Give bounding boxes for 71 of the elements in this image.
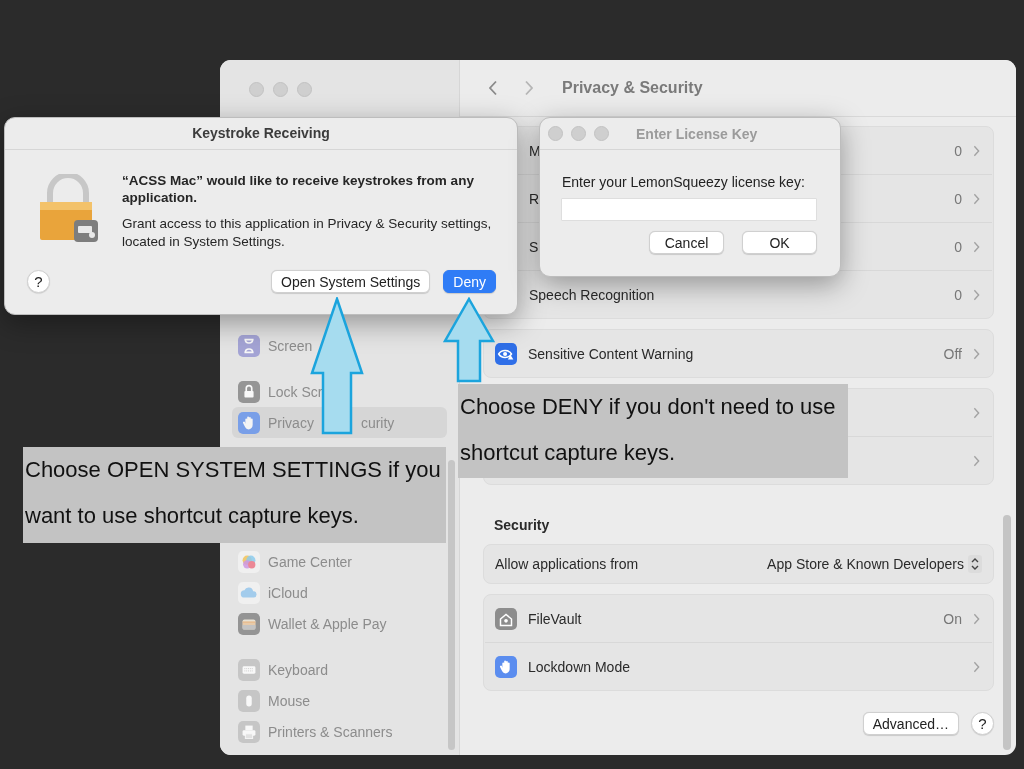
help-button[interactable]: ? [27, 270, 50, 293]
row-label: S [529, 238, 539, 255]
cloud-icon [238, 581, 260, 604]
sidebar-item[interactable]: Game Center [232, 546, 447, 577]
dialog-prompt: Enter your LemonSqueezy license key: [562, 174, 806, 190]
popup-button[interactable]: App Store & Known Developers [767, 555, 982, 573]
chevron-icon [973, 288, 980, 301]
cancel-button[interactable]: Cancel [649, 231, 724, 254]
chevron-icon [973, 347, 980, 360]
deny-button[interactable]: Deny [443, 270, 496, 293]
keyboard-icon [238, 658, 260, 681]
wallet-icon [238, 612, 260, 635]
ok-button[interactable]: OK [742, 231, 817, 254]
hand-icon [495, 655, 517, 678]
window-button[interactable] [249, 81, 264, 97]
sidebar-item[interactable]: Screen [232, 330, 447, 361]
instruction-callout: Choose OPEN SYSTEM SETTINGS if you want to use shortcut capture keys. [23, 447, 446, 543]
row-label: Allow applications from [495, 556, 639, 572]
sidebar-item[interactable]: Lock Scr [232, 376, 447, 407]
advanced-button[interactable]: Advanced… [862, 712, 959, 735]
sidebar-item[interactable]: Printers & Scanners [232, 716, 447, 747]
row-value: Off [943, 345, 962, 362]
dialog-heading: “ACSS Mac” would like to receive keystrokes from any application. [122, 172, 475, 206]
stepper-icon [968, 555, 982, 573]
eye-icon [495, 342, 517, 365]
scrollbar[interactable] [448, 460, 455, 750]
row-label: Sensitive Content Warning [528, 345, 694, 362]
window-button[interactable] [571, 126, 586, 141]
window-button[interactable] [297, 81, 312, 97]
chevron-icon [973, 192, 980, 205]
sidebar-item[interactable]: iCloud [232, 577, 447, 608]
chevron-icon [973, 660, 980, 673]
row-label: Speech Recognition [529, 286, 655, 303]
sidebar-item[interactable]: Wallet & Apple Pay [232, 608, 447, 639]
house-icon [495, 607, 517, 630]
license-key-field[interactable] [562, 199, 816, 220]
row-label: FileVault [528, 610, 582, 627]
window-button[interactable] [594, 126, 609, 141]
sidebar-item[interactable]: Keyboard [232, 654, 447, 685]
chevron-left-icon [488, 80, 498, 96]
bubbles-icon [238, 550, 260, 573]
row-value: 0 [954, 238, 962, 255]
label-fragment: curity [360, 414, 395, 431]
row-value: 0 [954, 190, 962, 207]
row-value: 0 [954, 286, 962, 303]
lock-icon [238, 380, 260, 403]
window-button[interactable] [548, 126, 563, 141]
sidebar-item[interactable]: Mouse [232, 685, 447, 716]
chevron-icon [973, 144, 980, 157]
window-title: Privacy & Security [562, 79, 703, 97]
section-header: Security [494, 517, 551, 533]
hourglass-icon [238, 334, 260, 357]
dialog-message: Grant access to this application in Privacy & Security settings, located in System Settings. [122, 215, 493, 251]
dialog-title: Enter License Key [636, 125, 758, 142]
chevron-icon [973, 612, 980, 625]
chevron-icon [973, 240, 980, 253]
row-value: On [943, 610, 962, 627]
dialog-title: Keystroke Receiving [5, 118, 517, 150]
help-button[interactable]: ? [971, 712, 994, 735]
row-value: 0 [954, 142, 962, 159]
chevron-icon [973, 454, 980, 467]
instruction-callout: Choose DENY if you don't need to use shortcut capture keys. [458, 384, 848, 478]
chevron-right-icon [524, 80, 534, 96]
scrollbar[interactable] [1003, 515, 1011, 750]
window-button[interactable] [273, 81, 288, 97]
open-settings-button[interactable]: Open System Settings [271, 270, 431, 293]
row-label: R [529, 190, 540, 207]
mouse-icon [238, 689, 260, 712]
printer-icon [238, 720, 260, 743]
chevron-icon [973, 406, 980, 419]
row-label: Lockdown Mode [528, 658, 630, 675]
